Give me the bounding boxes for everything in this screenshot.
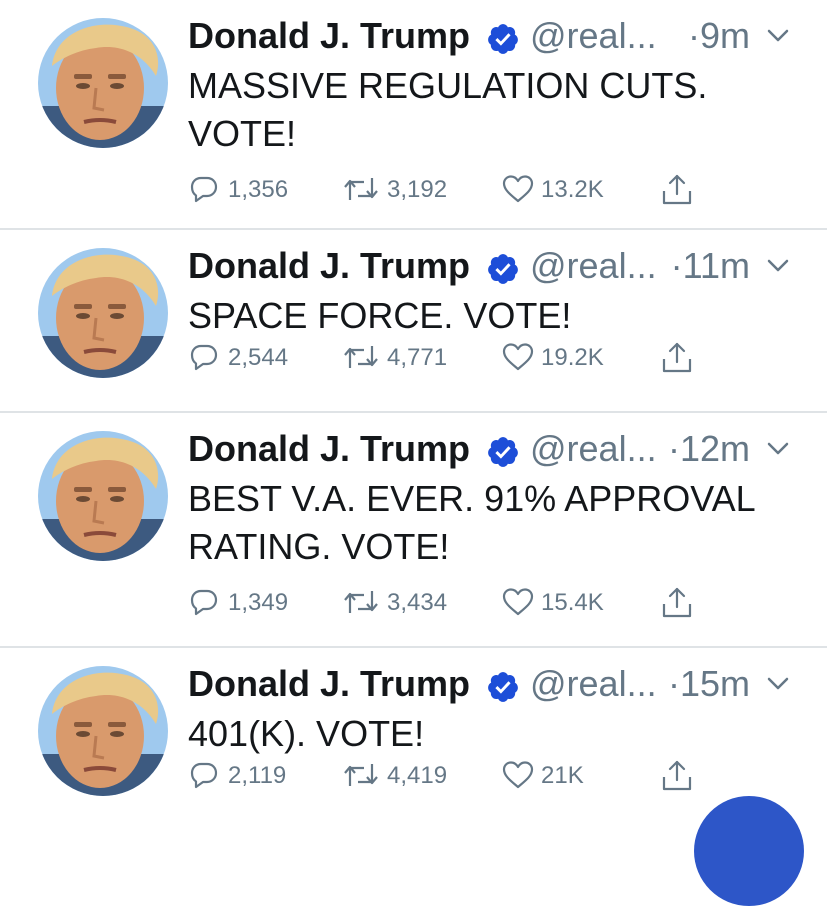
avatar[interactable]	[38, 431, 168, 561]
reply-count: 1,349	[228, 589, 289, 616]
reply-count: 2,119	[228, 762, 287, 789]
tweet-text: 401(K). VOTE!	[188, 713, 425, 754]
tweet[interactable]: Donald J. Trump @real... ·9m MASSIVE REG…	[0, 0, 827, 230]
tweet-header: Donald J. Trump @real... ·12m	[188, 425, 808, 473]
share-icon	[662, 760, 692, 791]
chevron-down-icon[interactable]	[766, 28, 790, 44]
tweet-header: Donald J. Trump @real... ·9m	[188, 12, 808, 60]
tweet[interactable]: Donald J. Trump @real... ·15m 401(K). VO…	[0, 648, 827, 831]
tweet-actions: 2,544 4,771 19.2K	[188, 338, 808, 378]
verified-badge-icon	[486, 252, 520, 286]
verified-badge-icon	[486, 435, 520, 469]
like-icon	[502, 761, 534, 789]
like-count: 15.4K	[541, 589, 604, 616]
tweet-text: BEST V.A. EVER. 91% APPROVAL RATING. VOT…	[188, 478, 755, 567]
tweet-text: MASSIVE REGULATION CUTS. VOTE!	[188, 65, 708, 154]
like-count: 13.2K	[541, 176, 604, 203]
like-icon	[502, 175, 534, 203]
retweet-icon	[344, 346, 378, 368]
tweet[interactable]: Donald J. Trump @real... ·11m SPACE FORC…	[0, 230, 827, 413]
share-icon	[662, 342, 692, 373]
tweet-timestamp[interactable]: ·15m	[668, 660, 750, 708]
reply-icon	[190, 344, 218, 371]
tweet-timestamp[interactable]: ·11m	[671, 242, 750, 290]
share-icon	[662, 587, 692, 618]
tweet[interactable]: Donald J. Trump @real... ·12m BEST V.A. …	[0, 413, 827, 648]
like-icon	[502, 343, 534, 371]
tweet-header: Donald J. Trump @real... ·11m	[188, 242, 808, 290]
retweet-count: 3,192	[387, 176, 448, 203]
author-handle[interactable]: @real...	[530, 242, 657, 290]
like-count: 21K	[541, 762, 584, 789]
timeline: Donald J. Trump @real... ·9m MASSIVE REG…	[0, 0, 827, 831]
retweet-count: 4,771	[387, 344, 448, 371]
like-icon	[502, 588, 534, 616]
avatar[interactable]	[38, 248, 168, 378]
author-name[interactable]: Donald J. Trump	[188, 12, 470, 60]
reply-count: 1,356	[228, 176, 289, 203]
chevron-down-icon[interactable]	[766, 441, 790, 457]
share-icon	[662, 174, 692, 205]
retweet-count: 3,434	[387, 589, 448, 616]
author-handle[interactable]: @real...	[530, 12, 657, 60]
compose-tweet-button[interactable]	[694, 796, 804, 906]
reply-icon	[190, 762, 218, 789]
tweet-actions: 2,119 4,419 21K	[188, 756, 808, 796]
author-name[interactable]: Donald J. Trump	[188, 425, 470, 473]
chevron-down-icon[interactable]	[766, 258, 790, 274]
avatar[interactable]	[38, 666, 168, 796]
reply-count: 2,544	[228, 344, 289, 371]
tweet-actions: 1,356 3,192 13.2K	[188, 170, 808, 210]
verified-badge-icon	[486, 670, 520, 704]
author-handle[interactable]: @real...	[530, 425, 657, 473]
chevron-down-icon[interactable]	[766, 676, 790, 692]
tweet-actions: 1,349 3,434 15.4K	[188, 583, 808, 623]
author-name[interactable]: Donald J. Trump	[188, 242, 470, 290]
reply-icon	[190, 589, 218, 616]
retweet-icon	[344, 591, 378, 613]
reply-icon	[190, 176, 218, 203]
avatar[interactable]	[38, 18, 168, 148]
author-handle[interactable]: @real...	[530, 660, 657, 708]
retweet-icon	[344, 764, 378, 786]
tweet-header: Donald J. Trump @real... ·15m	[188, 660, 808, 708]
author-name[interactable]: Donald J. Trump	[188, 660, 470, 708]
verified-badge-icon	[486, 22, 520, 56]
tweet-timestamp[interactable]: ·9m	[688, 12, 750, 60]
like-count: 19.2K	[541, 344, 604, 371]
tweet-timestamp[interactable]: ·12m	[668, 425, 750, 473]
tweet-text: SPACE FORCE. VOTE!	[188, 295, 572, 336]
retweet-count: 4,419	[387, 762, 448, 789]
retweet-icon	[344, 178, 378, 200]
